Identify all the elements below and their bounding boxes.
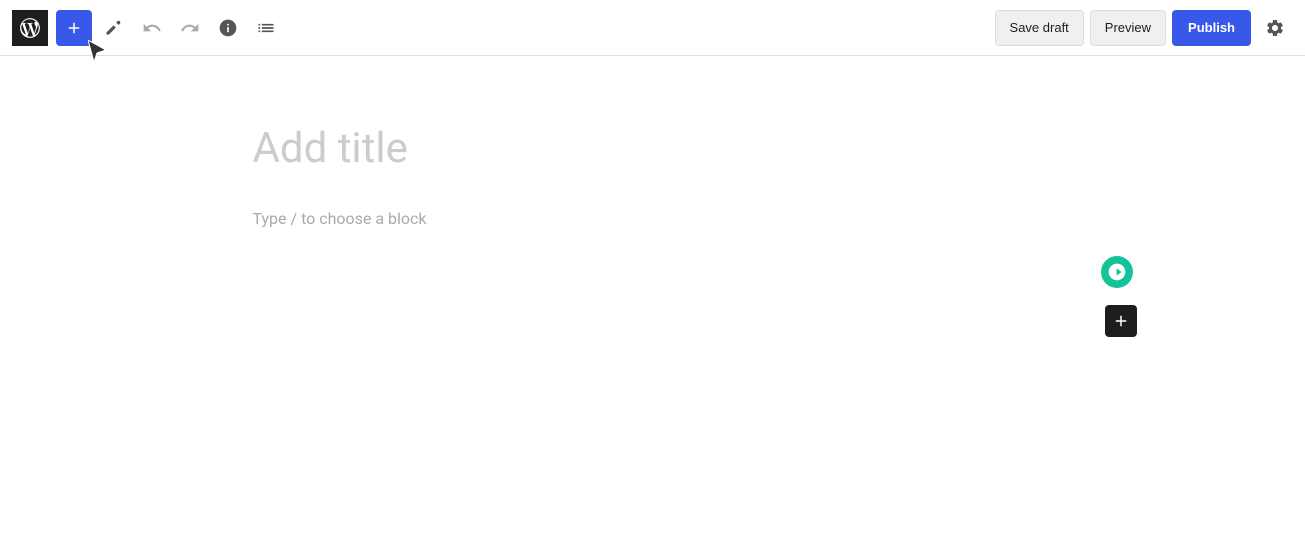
title-input[interactable]: Add title [253,116,1053,181]
editor-toolbar: Save draft Preview Publish [0,0,1305,56]
details-button[interactable] [210,10,246,46]
settings-button[interactable] [1257,10,1293,46]
inline-add-block-button[interactable] [1105,305,1137,337]
publish-button[interactable]: Publish [1172,10,1251,46]
save-draft-button[interactable]: Save draft [995,10,1084,46]
wp-logo[interactable] [12,10,48,46]
add-block-button[interactable] [56,10,92,46]
undo-button[interactable] [134,10,170,46]
block-placeholder[interactable]: Type / to choose a block [253,201,1053,236]
toolbar-right: Save draft Preview Publish [995,10,1293,46]
grammarly-icon[interactable] [1101,256,1133,288]
list-view-button[interactable] [248,10,284,46]
editor-area: Add title Type / to choose a block [253,56,1053,296]
redo-button[interactable] [172,10,208,46]
tools-button[interactable] [96,10,132,46]
preview-button[interactable]: Preview [1090,10,1166,46]
